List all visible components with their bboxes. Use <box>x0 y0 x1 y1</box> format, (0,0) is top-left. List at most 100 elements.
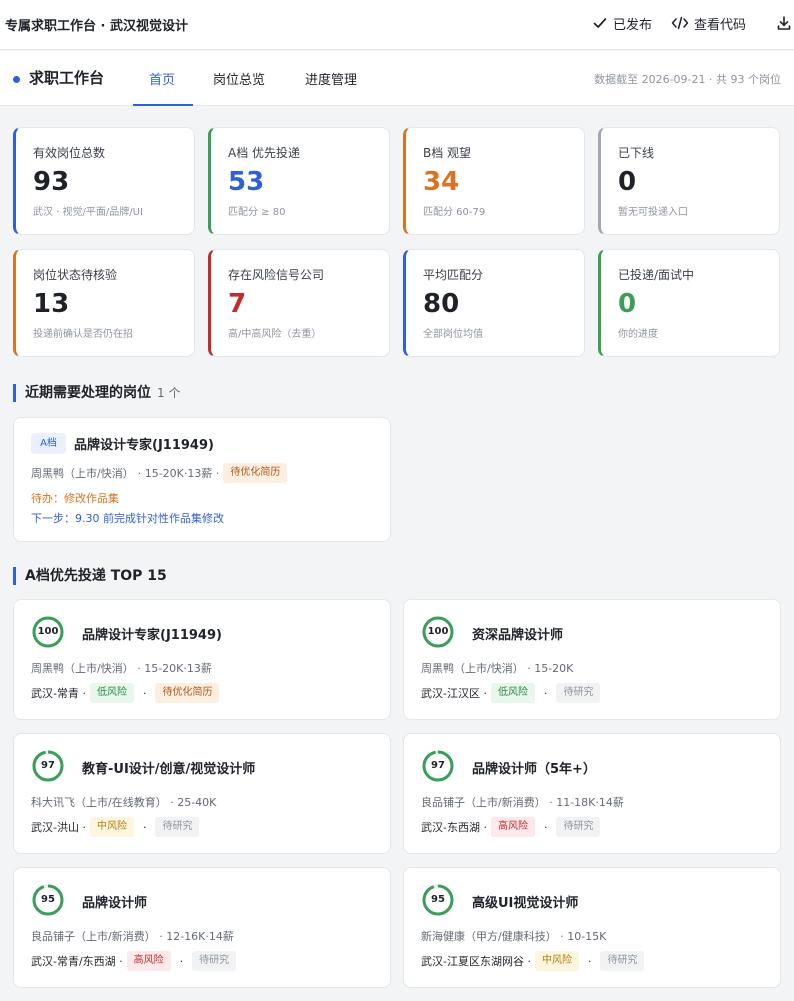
job-location: 武汉-江汉区 · <box>421 687 487 700</box>
company-salary: 良品铺子（上市/新消费） · 12-16K·14薪 <box>31 930 234 943</box>
separator: · <box>142 820 147 834</box>
stat-subtext: 匹配分 60-79 <box>423 207 486 218</box>
job-tags: 武汉-东西湖 · 高风险 · 待研究 <box>421 817 601 837</box>
match-score: 97 <box>431 760 445 771</box>
tab-job-overview[interactable]: 岗位总览 <box>213 69 265 88</box>
stat-subtext: 你的进度 <box>618 329 658 340</box>
job-title[interactable]: 资深品牌设计师 <box>472 624 563 643</box>
stat-subtext: 高/中高风险（去重） <box>228 329 322 340</box>
stat-value: 53 <box>228 167 265 197</box>
match-score: 97 <box>41 760 55 771</box>
status-tag: 待研究 <box>192 951 237 971</box>
company-name: 周黑鸭（上市/快消） <box>31 467 134 480</box>
stat-label: B档 观望 <box>423 146 472 160</box>
risk-tag: 低风险 <box>89 683 134 703</box>
match-score-ring: 95 <box>32 884 64 916</box>
download-button[interactable] <box>776 13 792 33</box>
separator: · <box>543 686 548 700</box>
stat-label: 已投递/面试中 <box>618 268 695 282</box>
stat-card-total[interactable]: 有效岗位总数 93 武汉 · 视觉/平面/品牌/UI <box>13 127 195 235</box>
stat-card-offline[interactable]: 已下线 0 暂无可投递入口 <box>598 127 780 235</box>
company-salary: 科大讯飞（上市/在线教育） · 25-40K <box>31 796 217 809</box>
status-tag: 待优化简历 <box>155 683 220 703</box>
match-score: 100 <box>37 626 59 637</box>
match-score-ring: 100 <box>422 616 454 648</box>
risk-tag: 高风险 <box>126 951 171 971</box>
upcoming-job-card[interactable]: A档 品牌设计专家(J11949) 周黑鸭（上市/快消） · 15-20K·13… <box>13 417 391 542</box>
status-tag: 待研究 <box>556 683 601 703</box>
stat-card-tier-b[interactable]: B档 观望 34 匹配分 60-79 <box>403 127 585 235</box>
job-card[interactable]: 95 品牌设计师 良品铺子（上市/新消费） · 12-16K·14薪 武汉-常青… <box>13 867 391 988</box>
stat-card-tier-a[interactable]: A档 优先投递 53 匹配分 ≥ 80 <box>208 127 390 235</box>
job-location: 武汉-江夏区东湖网谷 · <box>421 955 531 968</box>
separator: · <box>587 954 592 968</box>
job-title[interactable]: 品牌设计师 <box>82 892 147 911</box>
job-tags: 武汉-洪山 · 中风险 · 待研究 <box>31 817 200 837</box>
company-salary: 周黑鸭（上市/快消） · 15-20K·13薪 <box>31 662 212 675</box>
separator: · <box>142 686 147 700</box>
tab-progress[interactable]: 进度管理 <box>305 69 357 88</box>
brand-dot-icon <box>13 76 20 83</box>
stat-value: 0 <box>618 289 637 319</box>
job-title[interactable]: 品牌设计专家(J11949) <box>74 434 214 453</box>
match-score-ring: 100 <box>32 616 64 648</box>
todo-text: 待办：修改作品集 <box>31 492 119 505</box>
stat-value: 7 <box>228 289 247 319</box>
job-location: 武汉-常青/东西湖 · <box>31 955 123 968</box>
stat-value: 34 <box>423 167 460 197</box>
section-title-upcoming: 近期需要处理的岗位 1 个 <box>13 384 180 402</box>
job-location: 武汉-洪山 · <box>31 821 86 834</box>
stat-label: 平均匹配分 <box>423 268 484 282</box>
stat-card-risk-companies[interactable]: 存在风险信号公司 7 高/中高风险（去重） <box>208 249 390 357</box>
company-salary: 周黑鸭（上市/快消） · 15-20K <box>421 662 574 675</box>
active-tab-indicator <box>133 104 193 106</box>
check-icon <box>593 18 607 28</box>
match-score: 100 <box>427 626 449 637</box>
stat-card-applied[interactable]: 已投递/面试中 0 你的进度 <box>598 249 780 357</box>
job-location: 武汉-常青 · <box>31 687 86 700</box>
section-count: 1 个 <box>157 386 181 400</box>
company-salary: 良品铺子（上市/新消费） · 11-18K·14薪 <box>421 796 624 809</box>
job-tags: 武汉-江夏区东湖网谷 · 中风险 · 待研究 <box>421 951 645 971</box>
job-tags: 武汉-常青 · 低风险 · 待优化简历 <box>31 683 220 703</box>
view-code-button[interactable]: 查看代码 <box>671 13 746 33</box>
risk-tag: 高风险 <box>490 817 535 837</box>
stat-label: 有效岗位总数 <box>33 146 106 160</box>
match-score-ring: 97 <box>422 750 454 782</box>
job-title[interactable]: 教育-UI设计/创意/视觉设计师 <box>82 758 255 777</box>
top-bar: 专属求职工作台 · 武汉视觉设计 已发布 查看代码 <box>0 0 794 50</box>
data-timestamp: 数据截至 2026-09-21 · 共 93 个岗位 <box>594 73 781 86</box>
job-card[interactable]: 100 资深品牌设计师 周黑鸭（上市/快消） · 15-20K 武汉-江汉区 ·… <box>403 599 781 720</box>
match-score-ring: 95 <box>422 884 454 916</box>
company-salary: 新海健康（甲方/健康科技） · 10-15K <box>421 930 607 943</box>
stat-value: 13 <box>33 289 70 319</box>
match-score: 95 <box>41 894 55 905</box>
stat-value: 0 <box>618 167 637 197</box>
job-title[interactable]: 高级UI视觉设计师 <box>472 892 578 911</box>
brand-title: 求职工作台 <box>29 69 105 87</box>
job-location: 武汉-东西湖 · <box>421 821 487 834</box>
section-title-text: A档优先投递 TOP 15 <box>25 568 167 584</box>
separator: · <box>179 954 184 968</box>
job-tags: 武汉-常青/东西湖 · 高风险 · 待研究 <box>31 951 237 971</box>
job-card[interactable]: 97 教育-UI设计/创意/视觉设计师 科大讯飞（上市/在线教育） · 25-4… <box>13 733 391 854</box>
section-title-top15: A档优先投递 TOP 15 <box>13 567 167 585</box>
salary-detail: · 15-20K·13薪 · <box>137 467 220 480</box>
job-card[interactable]: 100 品牌设计专家(J11949) 周黑鸭（上市/快消） · 15-20K·1… <box>13 599 391 720</box>
job-card[interactable]: 95 高级UI视觉设计师 新海健康（甲方/健康科技） · 10-15K 武汉-江… <box>403 867 781 988</box>
published-button[interactable]: 已发布 <box>592 13 652 33</box>
section-title-text: 近期需要处理的岗位 <box>25 385 151 401</box>
job-card[interactable]: 97 品牌设计师（5年+） 良品铺子（上市/新消费） · 11-18K·14薪 … <box>403 733 781 854</box>
stat-label: A档 优先投递 <box>228 146 301 160</box>
job-title[interactable]: 品牌设计师（5年+） <box>472 758 596 777</box>
stat-subtext: 投递前确认是否仍在招 <box>33 329 133 340</box>
stat-card-pending-verify[interactable]: 岗位状态待核验 13 投递前确认是否仍在招 <box>13 249 195 357</box>
risk-tag: 中风险 <box>89 817 134 837</box>
window-title: 专属求职工作台 · 武汉视觉设计 <box>5 19 188 34</box>
tab-home[interactable]: 首页 <box>149 69 175 88</box>
risk-tag: 低风险 <box>490 683 535 703</box>
stat-card-avg-score[interactable]: 平均匹配分 80 全部岗位均值 <box>403 249 585 357</box>
job-title[interactable]: 品牌设计专家(J11949) <box>82 624 222 643</box>
match-score: 95 <box>431 894 445 905</box>
status-tag: 待研究 <box>600 951 645 971</box>
